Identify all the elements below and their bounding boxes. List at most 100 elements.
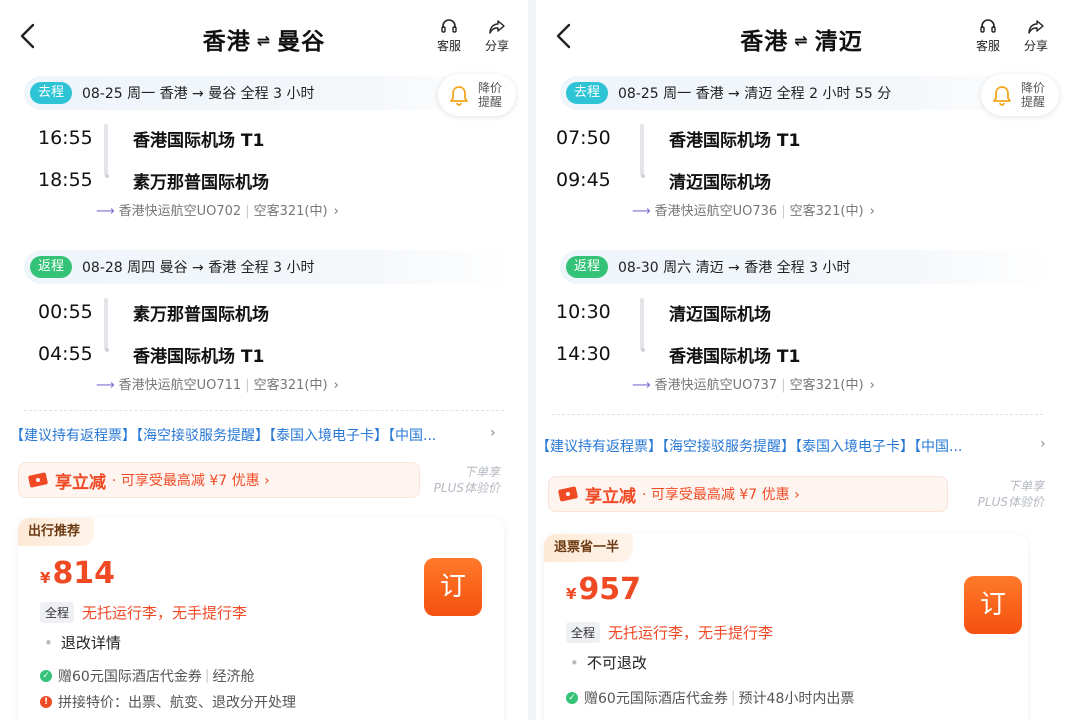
plus-note-line2: PLUS体验价 (433, 481, 500, 495)
destination-city: 曼谷 (277, 29, 326, 55)
top-bar: 香港 ⇌ 曼谷 客服 分享 (0, 0, 528, 72)
plus-note-line1: 下单享 (1007, 479, 1044, 493)
luggage-badge: 全程 (40, 602, 75, 623)
bell-icon (450, 86, 468, 106)
return-info: 08-30 周六 清迈 → 香港 全程 3 小时 (618, 260, 851, 276)
perk-voucher-text: 赠60元国际酒店代金券 (58, 669, 202, 685)
promo-title: 享立减 (55, 472, 106, 493)
outbound-tag: 去程 (30, 82, 73, 104)
promo-detail: · 可享受最高减 ¥7 优惠 › (112, 473, 270, 489)
price-card: 退票省一半 ¥957 订 全程 无托运行李，无手提行李 • 不可退改 ✓ 赠60元国… (544, 534, 1028, 720)
departure-airport: 素万那普国际机场 (133, 304, 269, 325)
round-trip-icon: ⇌ (256, 31, 272, 50)
refund-policy: • 不可退改 (570, 654, 647, 672)
coupon-icon (28, 472, 48, 488)
arrival-time: 18:55 (38, 169, 93, 191)
discount-promo[interactable]: 享立减 · 可享受最高减 ¥7 优惠 › (548, 476, 948, 512)
arrival-airport: 素万那普国际机场 (133, 172, 269, 193)
airplane-icon: ⟶ (632, 204, 651, 219)
customer-service-label: 客服 (975, 39, 1000, 53)
luggage-text: 无托运行李，无手提行李 (82, 604, 248, 622)
share-label: 分享 (1023, 39, 1048, 53)
coupon-icon (558, 486, 578, 502)
destination-city: 清迈 (814, 29, 863, 55)
divider (24, 410, 504, 411)
promo-detail: · 可享受最高减 ¥7 优惠 › (642, 487, 800, 503)
check-icon: ✓ (566, 692, 578, 704)
share-label: 分享 (484, 39, 509, 53)
book-button[interactable]: 订 (964, 576, 1022, 634)
aircraft-type: 空客321(中) (789, 204, 864, 219)
ticketing-time: 预计48小时内出票 (738, 691, 855, 707)
outbound-info: 08-25 周一 香港 → 清迈 全程 2 小时 55 分 (618, 86, 892, 102)
departure-airport: 清迈国际机场 (669, 304, 771, 325)
price-card: 出行推荐 ¥814 订 全程 无托运行李，无手提行李 • 退改详情 ✓ 赠60元国际… (18, 518, 504, 720)
aircraft-type: 空客321(中) (253, 204, 328, 219)
arrival-time: 14:30 (556, 343, 611, 365)
divider (552, 414, 1043, 415)
return-tag: 返程 (566, 256, 609, 278)
arrival-airport: 清迈国际机场 (669, 172, 771, 193)
share-button[interactable]: 分享 (1019, 18, 1053, 54)
luggage-info: 全程 无托运行李，无手提行李 (40, 602, 247, 623)
outbound-flight[interactable]: 16:55 香港国际机场 T1 18:55 素万那普国际机场 ⟶ 香港快运航空UO… (0, 114, 528, 226)
refund-details-link[interactable]: • 退改详情 (44, 632, 121, 653)
refund-text: 不可退改 (586, 654, 647, 672)
chevron-right-icon: › (869, 378, 875, 393)
perk-voucher: ✓ 赠60元国际酒店代金券 | 预计48小时内出票 (566, 688, 854, 708)
customer-service-button[interactable]: 客服 (971, 18, 1005, 54)
price-alert-button[interactable]: 降价提醒 (438, 74, 516, 116)
return-info: 08-28 周四 曼谷 → 香港 全程 3 小时 (82, 260, 315, 276)
luggage-info: 全程 无托运行李，无手提行李 (566, 622, 773, 643)
chevron-right-icon: › (1040, 436, 1046, 452)
price-value: 814 (52, 556, 116, 591)
aircraft-type: 空客321(中) (253, 378, 328, 393)
outbound-segment-header: 去程 08-25 周一 香港 → 清迈 全程 2 小时 55 分 (560, 76, 1051, 110)
price-alert-label: 降价提醒 (478, 81, 503, 109)
airline-info: ⟶ 香港快运航空UO736 | 空客321(中) › (632, 204, 875, 219)
share-icon (489, 20, 505, 34)
chevron-right-icon: › (869, 204, 875, 219)
return-flight[interactable]: 00:55 素万那普国际机场 04:55 香港国际机场 T1 ⟶ 香港快运航空UO… (0, 288, 528, 400)
plus-note-line1: 下单享 (463, 465, 500, 479)
price-alert-label: 降价提醒 (1021, 81, 1046, 109)
airplane-icon: ⟶ (96, 204, 115, 219)
price-alert-button[interactable]: 降价提醒 (981, 74, 1059, 116)
refund-text: 退改详情 (60, 634, 121, 652)
price: ¥814 (40, 556, 115, 591)
return-tag: 返程 (30, 256, 73, 278)
departure-airport: 香港国际机场 T1 (669, 130, 801, 151)
departure-time: 07:50 (556, 127, 611, 149)
departure-time: 10:30 (556, 301, 611, 323)
outbound-tag: 去程 (566, 82, 609, 104)
departure-airport: 香港国际机场 T1 (133, 130, 265, 151)
promo-title: 享立减 (585, 486, 636, 507)
aircraft-type: 空客321(中) (789, 378, 864, 393)
chevron-right-icon: › (333, 204, 339, 219)
top-bar: 香港 ⇌ 清迈 客服 分享 (536, 0, 1067, 72)
book-button[interactable]: 订 (424, 558, 482, 616)
travel-tips-link[interactable]: 【建议持有返程票】【海空接驳服务提醒】【泰国入境电子卡】【中国... (536, 436, 1043, 460)
card-badge: 退票省一半 (544, 534, 634, 562)
arrival-time: 04:55 (38, 343, 93, 365)
outbound-flight[interactable]: 07:50 香港国际机场 T1 09:45 清迈国际机场 ⟶ 香港快运航空UO73… (536, 114, 1067, 226)
departure-time: 00:55 (38, 301, 93, 323)
airplane-icon: ⟶ (96, 378, 115, 393)
customer-service-button[interactable]: 客服 (432, 18, 466, 54)
return-flight[interactable]: 10:30 清迈国际机场 14:30 香港国际机场 T1 ⟶ 香港快运航空UO73… (536, 288, 1067, 400)
discount-promo[interactable]: 享立减 · 可享受最高减 ¥7 优惠 › (18, 462, 420, 498)
share-icon (1028, 20, 1044, 34)
left-screen: 香港 ⇌ 曼谷 客服 分享 去程 08-25 周一 香港 → 曼谷 全程 3 小时 … (0, 0, 528, 720)
luggage-text: 无托运行李，无手提行李 (608, 624, 774, 642)
round-trip-icon: ⇌ (794, 31, 809, 50)
travel-tips-link[interactable]: 【建议持有返程票】【海空接驳服务提醒】【泰国入境电子卡】【中国... (10, 425, 508, 449)
arrival-airport: 香港国际机场 T1 (669, 346, 801, 367)
card-badge: 出行推荐 (18, 518, 95, 546)
price-value: 957 (578, 572, 642, 607)
outbound-info: 08-25 周一 香港 → 曼谷 全程 3 小时 (82, 86, 315, 102)
chevron-right-icon: › (490, 425, 496, 441)
airline-flight: 香港快运航空UO737 (654, 378, 778, 393)
airline-flight: 香港快运航空UO702 (118, 204, 242, 219)
share-button[interactable]: 分享 (480, 18, 514, 54)
origin-city: 香港 (202, 29, 251, 55)
